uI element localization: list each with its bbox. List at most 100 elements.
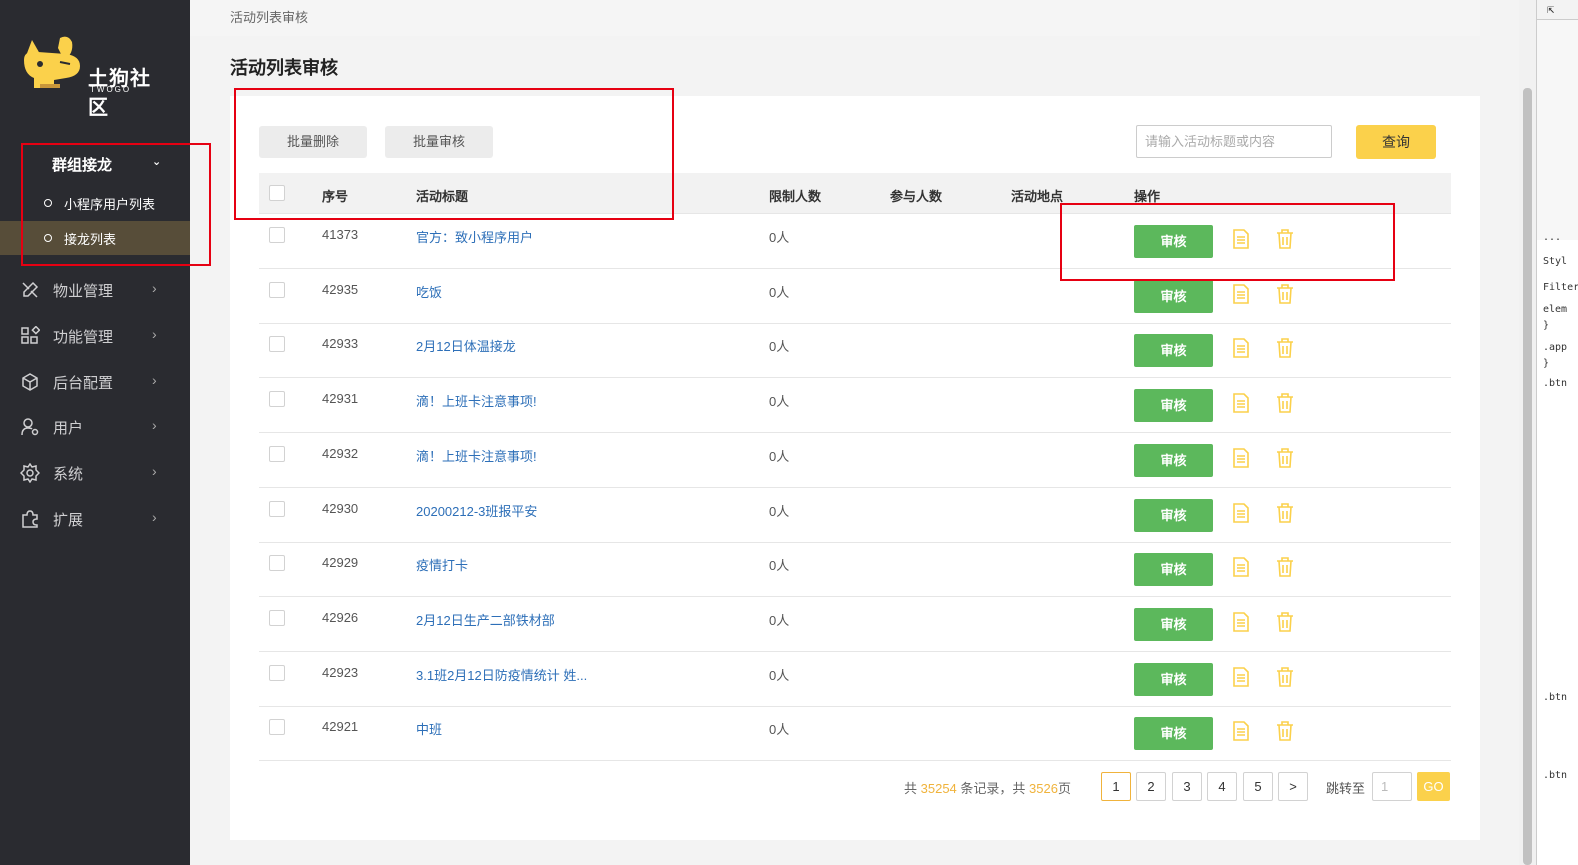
audit-button[interactable]: 审核 — [1134, 662, 1213, 696]
row-title-link[interactable]: 疫情打卡 — [416, 555, 468, 574]
row-title-link[interactable]: 2月12日体温接龙 — [416, 336, 516, 355]
row-id: 41373 — [322, 227, 359, 242]
gear-icon — [20, 463, 40, 483]
document-icon[interactable] — [1232, 283, 1250, 304]
row-checkbox[interactable] — [269, 445, 285, 462]
trash-icon[interactable] — [1276, 283, 1294, 304]
audit-button[interactable]: 审核 — [1134, 498, 1213, 532]
row-checkbox[interactable] — [269, 281, 285, 298]
puzzle-icon — [22, 510, 38, 528]
sidebar-item-property[interactable]: 物业管理 › — [0, 268, 190, 312]
query-button[interactable]: 查询 — [1356, 125, 1436, 159]
row-id: 42929 — [322, 555, 359, 571]
row-title-link[interactable]: 2月12日生产二部铁材部 — [416, 610, 555, 629]
page-button-1[interactable]: 1 — [1101, 772, 1131, 801]
document-icon[interactable] — [1232, 447, 1250, 468]
row-title-link[interactable]: 吃饭 — [416, 282, 442, 301]
scrollbar-thumb[interactable] — [1523, 88, 1532, 865]
row-checkbox[interactable] — [269, 664, 285, 681]
inspect-icon[interactable]: ⇱ — [1547, 2, 1554, 16]
row-title-link[interactable]: 官方：致小程序用户 — [416, 227, 533, 246]
row-checkbox[interactable] — [269, 336, 285, 353]
devtools-panel: ⇱ ... Styl Filter elem} .app} .btn .btn .btn — [1536, 0, 1578, 865]
breadcrumb[interactable]: 活动列表审核 — [190, 0, 1480, 36]
row-title-link[interactable]: 滴！上班卡注意事项! — [416, 446, 537, 465]
grid-icon — [21, 326, 40, 344]
devtools-line: ... — [1543, 232, 1562, 243]
pagination-prefix: 共 — [904, 781, 921, 796]
column-header-location: 活动地点 — [1011, 189, 1064, 204]
row-checkbox[interactable] — [269, 555, 285, 572]
document-icon[interactable] — [1232, 502, 1250, 523]
trash-icon[interactable] — [1276, 666, 1294, 687]
jump-page-input[interactable] — [1372, 772, 1412, 801]
trash-icon[interactable] — [1276, 612, 1294, 632]
row-checkbox[interactable] — [269, 719, 285, 736]
jump-label: 跳转至 — [1326, 781, 1366, 796]
audit-button[interactable]: 审核 — [1134, 279, 1213, 313]
audit-button[interactable]: 审核 — [1134, 553, 1213, 587]
sidebar-item-label: 用户 — [53, 419, 84, 437]
trash-icon[interactable] — [1276, 557, 1294, 577]
row-title-link[interactable]: 3.1班2月12日防疫情统计 姓... — [416, 665, 587, 684]
chevron-right-icon: › — [152, 372, 157, 388]
table-row: 42931 滴！上班卡注意事项! 0人 审核 — [259, 378, 1451, 434]
row-id: 42930 — [322, 500, 359, 516]
row-id: 42926 — [322, 609, 359, 625]
row-title-link[interactable]: 中班 — [416, 719, 442, 738]
document-icon[interactable] — [1232, 338, 1250, 359]
dog-logo-icon — [24, 36, 80, 88]
trash-icon[interactable] — [1276, 502, 1294, 523]
row-limit: 0人 — [769, 394, 790, 410]
table-row: 42933 2月12日体温接龙 0人 审核 — [259, 323, 1451, 379]
page-scrollbar[interactable] — [1519, 0, 1536, 865]
devtools-line: .app — [1543, 342, 1568, 353]
document-icon[interactable] — [1232, 612, 1250, 632]
table-row: 42923 3.1班2月12日防疫情统计 姓... 0人 审核 — [259, 652, 1451, 707]
row-limit: 0人 — [769, 558, 790, 574]
row-checkbox[interactable] — [269, 227, 285, 243]
trash-icon[interactable] — [1276, 393, 1294, 413]
sidebar-item-system[interactable]: 系统 › — [0, 451, 190, 495]
logo[interactable]: 土狗社区 TWOGO — [20, 34, 170, 119]
row-checkbox[interactable] — [269, 391, 285, 408]
pagination-middle: 条记录，共 — [956, 781, 1030, 796]
row-title-link[interactable]: 滴！上班卡注意事项! — [416, 391, 537, 410]
sidebar: 土狗社区 TWOGO 群组接龙 ⌄ 小程序用户列表 接龙列表 物业管理 › 功能… — [0, 0, 190, 865]
audit-button[interactable]: 审核 — [1134, 607, 1213, 641]
sidebar-item-functions[interactable]: 功能管理 › — [0, 314, 190, 358]
search-input[interactable] — [1136, 125, 1332, 158]
page-button-4[interactable]: 4 — [1207, 772, 1237, 801]
trash-icon[interactable] — [1276, 447, 1294, 468]
page-button-2[interactable]: 2 — [1136, 772, 1166, 801]
next-page-button[interactable]: > — [1278, 772, 1308, 801]
sidebar-item-extensions[interactable]: 扩展 › — [0, 497, 190, 541]
chevron-right-icon: › — [152, 326, 157, 342]
devtools-line: } — [1543, 320, 1550, 331]
go-button[interactable]: GO — [1417, 772, 1450, 801]
row-title-link[interactable]: 20200212-3班报平安 — [416, 501, 537, 520]
sidebar-item-users[interactable]: 用户 › — [0, 405, 190, 449]
table-row: 42930 20200212-3班报平安 0人 审核 — [259, 488, 1451, 543]
devtools-line: .btn — [1543, 692, 1568, 703]
page-button-5[interactable]: 5 — [1243, 772, 1273, 801]
row-checkbox[interactable] — [269, 500, 285, 517]
document-icon[interactable] — [1232, 666, 1250, 687]
trash-icon[interactable] — [1276, 338, 1294, 359]
audit-button[interactable]: 审核 — [1134, 389, 1213, 423]
column-header-participants: 参与人数 — [890, 189, 943, 204]
audit-button[interactable]: 审核 — [1134, 334, 1213, 368]
table-row: 42932 滴！上班卡注意事项! 0人 审核 — [259, 433, 1451, 488]
row-checkbox[interactable] — [269, 609, 285, 626]
audit-button[interactable]: 审核 — [1134, 443, 1213, 477]
document-icon[interactable] — [1232, 393, 1250, 413]
sidebar-item-backend-config[interactable]: 后台配置 › — [0, 360, 190, 404]
row-limit: 0人 — [769, 448, 790, 464]
trash-icon[interactable] — [1276, 721, 1294, 742]
chevron-right-icon: › — [152, 280, 157, 296]
document-icon[interactable] — [1232, 557, 1250, 577]
document-icon[interactable] — [1232, 721, 1250, 742]
table-row: 42929 疫情打卡 0人 审核 — [259, 542, 1451, 598]
audit-button[interactable]: 审核 — [1134, 717, 1213, 751]
page-button-3[interactable]: 3 — [1172, 772, 1202, 801]
